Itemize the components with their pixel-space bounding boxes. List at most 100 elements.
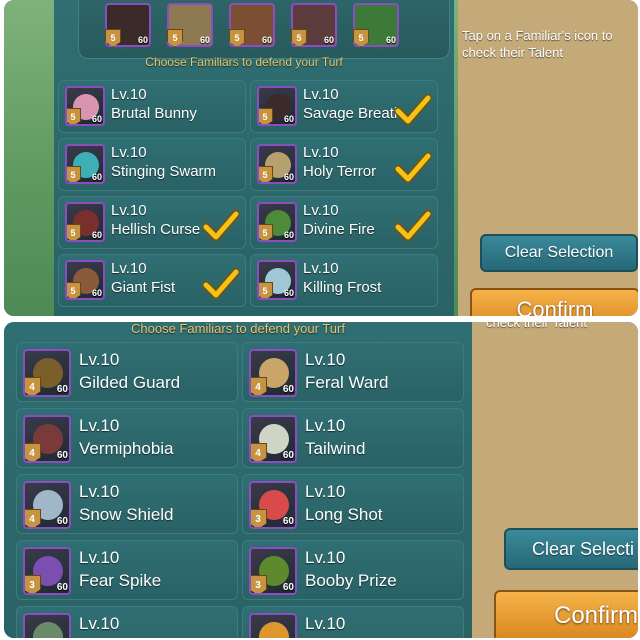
familiar-name: Vermiphobia bbox=[79, 439, 174, 458]
familiar-name: Savage Breath bbox=[303, 105, 403, 122]
familiar-level: Lv.10 bbox=[303, 86, 339, 103]
checkmark-icon bbox=[202, 210, 240, 242]
familiar-level: Lv.10 bbox=[305, 482, 346, 501]
tier-badge: 4 bbox=[25, 443, 41, 461]
level-cap: 60 bbox=[261, 35, 272, 45]
familiar-card[interactable]: 3 60 Lv.10 Fear Spike bbox=[16, 540, 238, 600]
familiar-portrait-icon[interactable]: 4 60 bbox=[249, 349, 297, 397]
familiar-portrait-icon[interactable]: 5 60 bbox=[257, 202, 297, 242]
familiar-name: Gilded Guard bbox=[79, 373, 181, 392]
familiar-level: Lv.10 bbox=[305, 416, 346, 435]
familiar-portrait-icon[interactable]: 5 60 bbox=[257, 86, 297, 126]
familiar-name: Booby Prize bbox=[305, 571, 397, 590]
level-cap: 60 bbox=[91, 288, 102, 298]
familiar-card[interactable]: 5 60 Lv.10 Divine Fire bbox=[250, 196, 438, 249]
selected-slot[interactable]: 5 60 bbox=[167, 3, 213, 47]
tier-badge: 5 bbox=[291, 29, 307, 47]
familiar-card[interactable]: Lv.10 bbox=[16, 606, 238, 638]
familiar-name: Holy Terror bbox=[303, 163, 377, 180]
familiar-level: Lv.10 bbox=[79, 482, 120, 501]
familiar-portrait-icon[interactable]: 4 60 bbox=[23, 415, 71, 463]
familiar-card[interactable]: 5 60 Lv.10 Giant Fist bbox=[58, 254, 246, 307]
level-cap: 60 bbox=[282, 384, 294, 395]
level-cap: 60 bbox=[56, 450, 68, 461]
selected-slot[interactable]: 5 60 bbox=[291, 3, 337, 47]
familiar-portrait-icon[interactable]: 3 60 bbox=[249, 547, 297, 595]
confirm-button[interactable]: Confirm bbox=[470, 288, 638, 316]
level-cap: 60 bbox=[385, 35, 396, 45]
level-cap: 60 bbox=[283, 114, 294, 124]
familiar-card[interactable]: 5 60 Lv.10 Hellish Curse bbox=[58, 196, 246, 249]
familiar-name: Tailwind bbox=[305, 439, 366, 458]
familiar-level: Lv.10 bbox=[303, 202, 339, 219]
familiar-card[interactable]: 5 60 Lv.10 Holy Terror bbox=[250, 138, 438, 191]
tier-badge: 5 bbox=[67, 282, 81, 298]
tier-badge: 3 bbox=[251, 575, 267, 593]
familiar-card[interactable]: 4 60 Lv.10 Snow Shield bbox=[16, 474, 238, 534]
tier-badge: 4 bbox=[25, 509, 41, 527]
familiar-card[interactable]: 5 60 Lv.10 Killing Frost bbox=[250, 254, 438, 307]
familiar-card[interactable]: 5 60 Lv.10 Brutal Bunny bbox=[58, 80, 246, 133]
familiar-level: Lv.10 bbox=[303, 144, 339, 161]
familiar-portrait-icon[interactable]: 5 60 bbox=[65, 202, 105, 242]
level-cap: 60 bbox=[56, 582, 68, 593]
familiar-card[interactable]: 3 60 Lv.10 Booby Prize bbox=[242, 540, 464, 600]
familiar-portrait-icon[interactable]: 3 60 bbox=[23, 547, 71, 595]
selected-slot[interactable]: 5 60 bbox=[229, 3, 275, 47]
familiar-portrait-icon[interactable]: 4 60 bbox=[23, 481, 71, 529]
choose-familiars-header: Choose Familiars to defend your Turf bbox=[131, 322, 345, 336]
checkmark-icon bbox=[394, 210, 432, 242]
familiar-name: Divine Fire bbox=[303, 221, 375, 238]
checkmark-icon bbox=[394, 152, 432, 184]
familiar-portrait-icon[interactable]: 5 60 bbox=[65, 86, 105, 126]
familiar-face bbox=[259, 622, 289, 638]
tier-badge: 5 bbox=[105, 29, 121, 47]
familiar-card[interactable]: 4 60 Lv.10 Feral Ward bbox=[242, 342, 464, 402]
familiar-portrait-icon[interactable]: 3 60 bbox=[249, 481, 297, 529]
familiar-level: Lv.10 bbox=[79, 350, 120, 369]
tier-badge: 5 bbox=[67, 108, 81, 124]
checkmark-icon bbox=[202, 268, 240, 300]
familiar-portrait-icon[interactable]: 4 60 bbox=[249, 415, 297, 463]
tier-badge: 5 bbox=[229, 29, 245, 47]
familiar-card[interactable]: 4 60 Lv.10 Tailwind bbox=[242, 408, 464, 468]
level-cap: 60 bbox=[56, 384, 68, 395]
familiar-card[interactable]: 4 60 Lv.10 Gilded Guard bbox=[16, 342, 238, 402]
familiar-portrait-icon[interactable]: 5 60 bbox=[65, 144, 105, 184]
familiar-portrait-icon[interactable]: 5 60 bbox=[257, 260, 297, 300]
tier-badge: 5 bbox=[167, 29, 183, 47]
familiar-card[interactable]: 3 60 Lv.10 Long Shot bbox=[242, 474, 464, 534]
familiar-portrait-icon[interactable]: 5 60 bbox=[257, 144, 297, 184]
familiar-card[interactable]: 4 60 Lv.10 Vermiphobia bbox=[16, 408, 238, 468]
tier-badge: 5 bbox=[259, 282, 273, 298]
familiar-name: Long Shot bbox=[305, 505, 383, 524]
familiar-card[interactable]: 5 60 Lv.10 Savage Breath bbox=[250, 80, 438, 133]
tier-badge: 3 bbox=[25, 575, 41, 593]
level-cap: 60 bbox=[283, 172, 294, 182]
familiar-portrait-icon[interactable]: 5 60 bbox=[65, 260, 105, 300]
familiar-portrait-icon[interactable] bbox=[23, 613, 71, 638]
level-cap: 60 bbox=[91, 230, 102, 240]
level-cap: 60 bbox=[137, 35, 148, 45]
tier-badge: 5 bbox=[259, 224, 273, 240]
familiar-name: Brutal Bunny bbox=[111, 105, 197, 122]
confirm-button[interactable]: Confirm bbox=[494, 590, 638, 638]
familiar-portrait-icon[interactable] bbox=[249, 613, 297, 638]
familiar-level: Lv.10 bbox=[111, 202, 147, 219]
clear-selection-button[interactable]: Clear Selecti bbox=[504, 528, 638, 570]
level-cap: 60 bbox=[282, 582, 294, 593]
clear-selection-button[interactable]: Clear Selection bbox=[480, 234, 638, 272]
familiar-card[interactable]: 5 60 Lv.10 Stinging Swarm bbox=[58, 138, 246, 191]
familiar-level: Lv.10 bbox=[111, 144, 147, 161]
selected-slot[interactable]: 5 60 bbox=[105, 3, 151, 47]
level-cap: 60 bbox=[283, 230, 294, 240]
selected-slot[interactable]: 5 60 bbox=[353, 3, 399, 47]
familiar-level: Lv.10 bbox=[79, 416, 120, 435]
familiar-name: Stinging Swarm bbox=[111, 163, 217, 180]
talent-hint: check their Talent bbox=[486, 322, 587, 330]
level-cap: 60 bbox=[91, 172, 102, 182]
familiar-card[interactable]: Lv.10 bbox=[242, 606, 464, 638]
tier-badge: 5 bbox=[259, 166, 273, 182]
familiar-portrait-icon[interactable]: 4 60 bbox=[23, 349, 71, 397]
familiar-level: Lv.10 bbox=[79, 548, 120, 567]
